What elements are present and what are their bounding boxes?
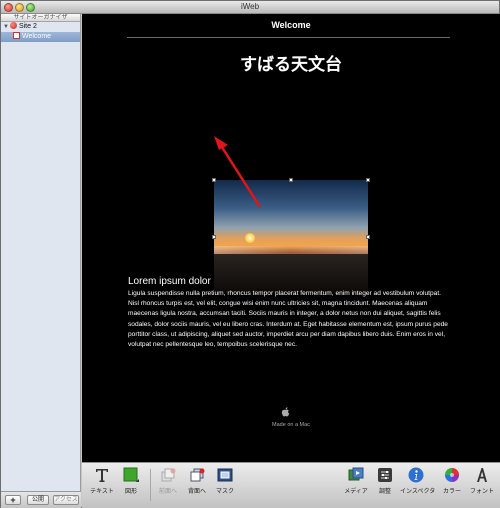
toolbar-separator (150, 469, 151, 501)
site-globe-icon (9, 22, 17, 29)
text-t-icon (96, 469, 108, 482)
adjust-sliders-icon (378, 468, 392, 482)
media-icon (348, 467, 364, 481)
window-title: iWeb (240, 2, 260, 11)
media-label: メディア (344, 489, 368, 495)
title-bar: iWeb (1, 1, 499, 14)
sidebar-item-welcome[interactable]: Welcome (1, 32, 80, 42)
sidebar-item-site[interactable]: ▼ Site 2 (1, 22, 80, 32)
fonts-button[interactable]: フォント (466, 467, 498, 507)
site-label: Site 2 (18, 23, 37, 30)
fonts-label: フォント (469, 489, 494, 495)
annotation-arrow (214, 136, 262, 208)
sidebar-footer: + 公開 アクセス (1, 491, 81, 508)
bring-to-front-label: 前面へ (158, 489, 177, 495)
inspector-label: インスペクタ (400, 489, 436, 495)
colors-label: カラー (442, 489, 461, 495)
text-tool-button[interactable]: テキスト (86, 467, 118, 507)
font-a-icon (477, 468, 487, 482)
adjust-button[interactable]: 調整 (369, 467, 401, 507)
body-heading[interactable]: Lorem ipsum dolor (128, 276, 211, 287)
disclosure-triangle-icon[interactable]: ▼ (3, 24, 9, 30)
colors-button[interactable]: カラー (436, 467, 468, 507)
bring-to-front-button[interactable]: 前面へ (152, 467, 184, 507)
send-back-icon (190, 468, 205, 482)
iweb-window: iWeb サイトオーガナイザ ▼ Site 2 Welcome + 公開 アクセス… (0, 0, 500, 508)
mask-label: マスク (215, 489, 234, 495)
shapes-tool-button[interactable]: 図形 (115, 467, 147, 507)
add-page-button[interactable]: + (5, 495, 21, 505)
visit-button[interactable]: アクセス (53, 495, 79, 505)
publish-button[interactable]: 公開 (27, 495, 49, 505)
adjust-label: 調整 (378, 489, 391, 495)
page-canvas[interactable]: Welcome すばる天文台 Lorem ipsum dolor Ligula … (82, 14, 500, 462)
color-wheel-icon (445, 468, 459, 482)
bring-front-icon (161, 468, 176, 482)
inspector-button[interactable]: インスペクタ (400, 467, 436, 507)
made-on-a-mac-badge[interactable]: Made on a Mac (82, 422, 500, 428)
shapes-tool-label: 図形 (124, 489, 137, 495)
site-organizer-sidebar: サイトオーガナイザ ▼ Site 2 Welcome (1, 14, 81, 491)
page-icon (13, 32, 20, 39)
body-text[interactable]: Ligula suspendisse nulla pretium, rhoncu… (128, 289, 450, 350)
media-button[interactable]: メディア (340, 467, 372, 507)
shape-square-icon (123, 467, 139, 482)
apple-logo-icon (281, 407, 290, 417)
mask-icon (217, 468, 233, 482)
bottom-toolbar: テキスト 図形 前面へ 背面へ マスク メディア 調整 インスペクタ カラー フ… (82, 462, 500, 508)
info-icon (408, 467, 424, 483)
page-label: Welcome (22, 33, 52, 40)
text-tool-label: テキスト (90, 489, 114, 495)
mask-button[interactable]: マスク (209, 467, 241, 507)
sidebar-header: サイトオーガナイザ (1, 14, 80, 22)
